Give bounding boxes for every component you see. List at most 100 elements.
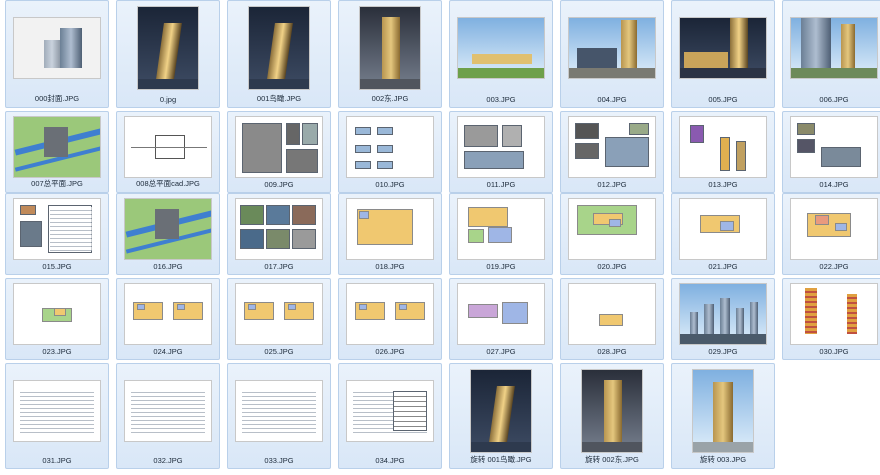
file-name: 027.JPG <box>486 347 516 356</box>
file-name: 021.JPG <box>708 262 738 271</box>
file-name: 010.JPG <box>375 180 405 189</box>
thumbnail-image <box>678 196 768 262</box>
file-name: 014.JPG <box>819 180 849 189</box>
file-name: 016.JPG <box>153 262 183 271</box>
file-tile[interactable]: 020.JPG <box>560 193 664 275</box>
thumbnail-image <box>12 114 102 180</box>
file-name: 015.JPG <box>42 262 72 271</box>
thumbnail-image <box>678 5 768 91</box>
thumbnail-image <box>456 368 546 454</box>
thumbnail-image <box>567 114 657 180</box>
file-tile[interactable]: 006.JPG <box>782 0 880 108</box>
file-tile[interactable]: 029.JPG <box>671 278 775 360</box>
thumbnail-image <box>567 5 657 91</box>
file-name: 034.JPG <box>375 456 405 465</box>
file-name: 033.JPG <box>264 456 294 465</box>
file-name: 017.JPG <box>264 262 294 271</box>
file-tile[interactable]: 026.JPG <box>338 278 442 360</box>
file-tile[interactable]: 017.JPG <box>227 193 331 275</box>
thumbnail-image <box>567 281 657 347</box>
file-tile[interactable]: 013.JPG <box>671 111 775 193</box>
file-tile[interactable]: 032.JPG <box>116 363 220 469</box>
file-tile[interactable]: 019.JPG <box>449 193 553 275</box>
file-name: 019.JPG <box>486 262 516 271</box>
file-tile[interactable]: 018.JPG <box>338 193 442 275</box>
file-tile[interactable]: 011.JPG <box>449 111 553 193</box>
file-name: 020.JPG <box>597 262 627 271</box>
file-tile[interactable]: 023.JPG <box>5 278 109 360</box>
file-name: 024.JPG <box>153 347 183 356</box>
thumbnail-image <box>234 114 324 180</box>
thumbnail-image <box>234 196 324 262</box>
file-tile[interactable]: 009.JPG <box>227 111 331 193</box>
file-tile[interactable]: 034.JPG <box>338 363 442 469</box>
file-tile[interactable]: 0.jpg <box>116 0 220 108</box>
thumbnail-image <box>12 196 102 262</box>
file-tile[interactable]: 012.JPG <box>560 111 664 193</box>
thumbnail-image <box>345 281 435 347</box>
thumbnail-image <box>567 196 657 262</box>
thumbnail-image <box>678 114 768 180</box>
thumbnail-image <box>12 368 102 454</box>
thumbnail-grid: 000封面.JPG 0.jpg 001鸟瞰.JPG 002东.JPG 003.JPG 00… <box>0 0 880 475</box>
file-tile[interactable]: 007总平面.JPG <box>5 111 109 193</box>
file-tile[interactable]: 021.JPG <box>671 193 775 275</box>
thumbnail-image <box>345 196 435 262</box>
thumbnail-image <box>234 5 324 91</box>
file-tile[interactable]: 031.JPG <box>5 363 109 469</box>
file-tile[interactable]: 024.JPG <box>116 278 220 360</box>
thumbnail-image <box>12 281 102 347</box>
file-name: 026.JPG <box>375 347 405 356</box>
file-name: 025.JPG <box>264 347 294 356</box>
file-tile[interactable]: 001鸟瞰.JPG <box>227 0 331 108</box>
thumbnail-image <box>123 5 213 91</box>
file-name: 031.JPG <box>42 456 72 465</box>
file-name: 004.JPG <box>597 95 627 104</box>
file-tile[interactable]: 旋转 001鸟瞰.JPG <box>449 363 553 469</box>
file-tile[interactable]: 033.JPG <box>227 363 331 469</box>
thumbnail-image <box>789 196 879 262</box>
file-tile[interactable]: 028.JPG <box>560 278 664 360</box>
file-tile[interactable]: 030.JPG <box>782 278 880 360</box>
file-tile[interactable]: 002东.JPG <box>338 0 442 108</box>
file-name: 005.JPG <box>708 95 738 104</box>
thumbnail-image <box>345 368 435 454</box>
file-name: 旋转 001鸟瞰.JPG <box>470 455 532 464</box>
file-tile[interactable]: 004.JPG <box>560 0 664 108</box>
file-name: 003.JPG <box>486 95 516 104</box>
thumbnail-image <box>789 5 879 91</box>
file-name: 007总平面.JPG <box>31 179 83 188</box>
file-tile[interactable]: 016.JPG <box>116 193 220 275</box>
file-name: 032.JPG <box>153 456 183 465</box>
file-name: 旋转 003.JPG <box>699 455 747 464</box>
file-tile[interactable]: 000封面.JPG <box>5 0 109 108</box>
file-tile[interactable]: 005.JPG <box>671 0 775 108</box>
file-name: 013.JPG <box>708 180 738 189</box>
file-name: 001鸟瞰.JPG <box>256 94 302 103</box>
file-tile[interactable]: 022.JPG <box>782 193 880 275</box>
file-tile[interactable]: 旋转 003.JPG <box>671 363 775 469</box>
thumbnail-image <box>234 368 324 454</box>
file-tile[interactable]: 027.JPG <box>449 278 553 360</box>
file-tile[interactable]: 014.JPG <box>782 111 880 193</box>
file-name: 023.JPG <box>42 347 72 356</box>
file-name: 旋转 002东.JPG <box>585 455 639 464</box>
file-tile[interactable]: 015.JPG <box>5 193 109 275</box>
file-tile[interactable]: 008总平面cad.JPG <box>116 111 220 193</box>
file-name: 022.JPG <box>819 262 849 271</box>
file-name: 008总平面cad.JPG <box>136 179 200 188</box>
thumbnail-image <box>123 196 213 262</box>
file-tile[interactable]: 010.JPG <box>338 111 442 193</box>
file-name: 028.JPG <box>597 347 627 356</box>
thumbnail-image <box>345 5 435 91</box>
file-tile[interactable]: 003.JPG <box>449 0 553 108</box>
thumbnail-image <box>123 368 213 454</box>
thumbnail-image <box>12 5 102 91</box>
file-tile[interactable]: 025.JPG <box>227 278 331 360</box>
thumbnail-image <box>234 281 324 347</box>
thumbnail-image <box>456 281 546 347</box>
file-name: 002东.JPG <box>371 94 409 103</box>
thumbnail-image <box>456 5 546 91</box>
file-tile[interactable]: 旋转 002东.JPG <box>560 363 664 469</box>
thumbnail-image <box>123 114 213 180</box>
